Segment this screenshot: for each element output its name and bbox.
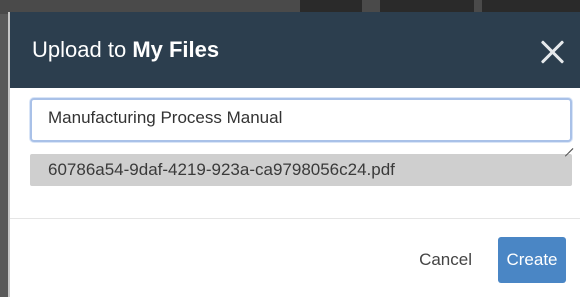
dialog-title-target: My Files xyxy=(132,37,220,62)
upload-dialog: Upload to My Files Manufacturing Process… xyxy=(8,12,580,297)
dialog-footer: Cancel Create xyxy=(10,236,580,284)
file-name-chip: 60786a54-9daf-4219-923a-ca9798056c24.pdf xyxy=(30,154,572,186)
dialog-body: Manufacturing Process Manual 60786a54-9d… xyxy=(10,88,580,186)
close-icon[interactable] xyxy=(538,38,566,66)
file-name-label: 60786a54-9daf-4219-923a-ca9798056c24.pdf xyxy=(48,160,395,179)
dialog-header: Upload to My Files xyxy=(10,12,580,88)
dialog-title-prefix: Upload to xyxy=(32,37,127,62)
name-input[interactable]: Manufacturing Process Manual xyxy=(30,98,572,142)
footer-divider xyxy=(10,218,580,219)
resize-handle-icon[interactable] xyxy=(563,139,573,149)
create-button[interactable]: Create xyxy=(498,237,566,283)
cancel-button[interactable]: Cancel xyxy=(415,242,476,278)
dialog-title: Upload to My Files xyxy=(32,37,219,63)
